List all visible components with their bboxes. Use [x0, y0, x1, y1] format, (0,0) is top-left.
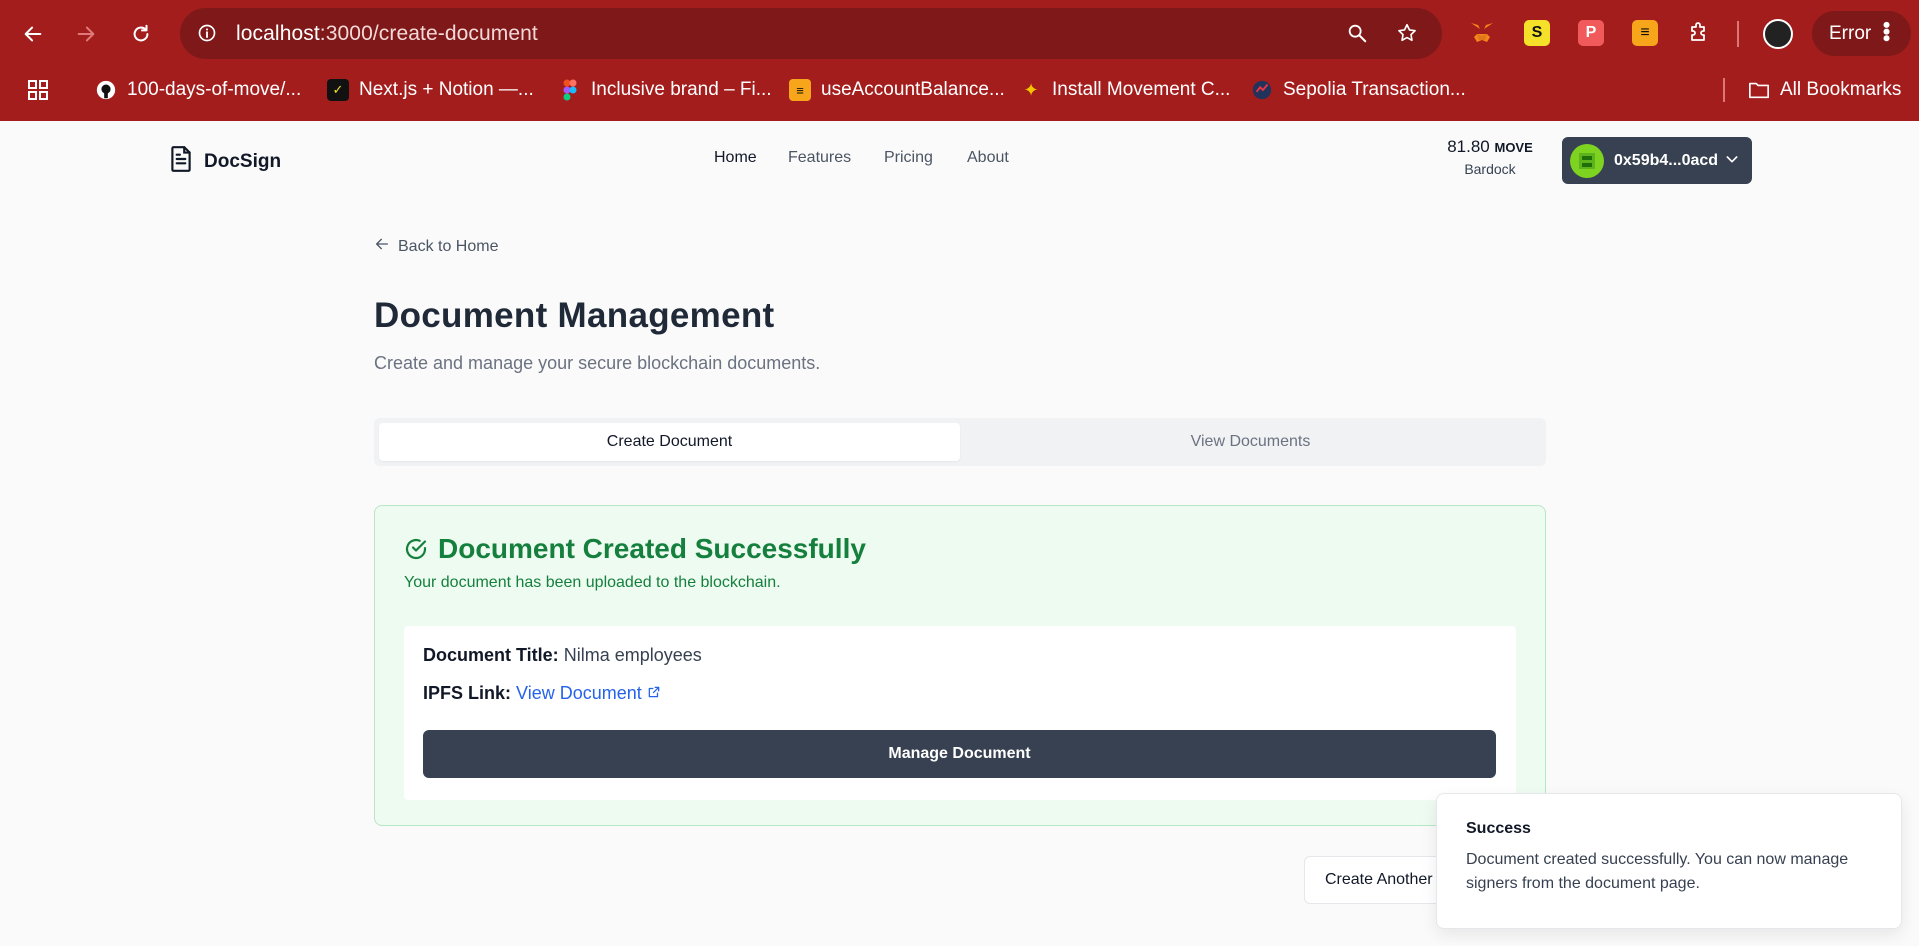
url-path: :3000/create-document	[319, 22, 538, 45]
all-bookmarks[interactable]: All Bookmarks	[1748, 76, 1901, 104]
success-subtitle: Your document has been uploaded to the b…	[404, 574, 781, 591]
external-link-icon	[647, 683, 661, 703]
browser-toolbar: localhost:3000/create-document S P ≡ Err…	[0, 0, 1919, 66]
tabs: Create Document View Documents	[374, 418, 1546, 466]
back-to-home-link[interactable]: Back to Home	[374, 236, 498, 257]
bookmarks-bar: 100-days-of-move/... ✓ Next.js + Notion …	[0, 70, 1919, 110]
tab-view-documents[interactable]: View Documents	[960, 423, 1541, 461]
wallet-avatar-icon	[1570, 143, 1604, 178]
github-icon	[95, 79, 117, 101]
p-extension-icon[interactable]: P	[1578, 20, 1604, 46]
more-menu-icon[interactable]: •••	[1874, 21, 1899, 41]
success-toast: Success Document created successfully. Y…	[1436, 793, 1902, 929]
etherscan-icon	[1251, 79, 1273, 101]
logo[interactable]: DocSign	[168, 145, 281, 178]
balance-amount: 81.80 MOVE	[1440, 137, 1540, 157]
bookmark-label: Sepolia Transaction...	[1283, 79, 1466, 100]
metamask-extension-icon[interactable]	[1469, 20, 1495, 46]
ipfs-link-row: IPFS Link: View Document	[423, 683, 661, 704]
bookmark-star-icon[interactable]	[1394, 20, 1420, 46]
nav-home[interactable]: Home	[714, 149, 757, 167]
document-title-label: Document Title:	[423, 645, 559, 665]
page-title: Document Management	[374, 296, 775, 335]
bookmark-item[interactable]: ✓ Next.js + Notion —...	[327, 76, 534, 104]
site-header: DocSign Home Features Pricing About 81.8…	[0, 121, 1919, 197]
back-arrow-icon[interactable]	[16, 17, 50, 51]
toast-title: Success	[1466, 820, 1531, 837]
logo-text: DocSign	[204, 150, 282, 172]
manage-document-button[interactable]: Manage Document	[423, 730, 1496, 778]
bookmark-item[interactable]: ✦ Install Movement C...	[1020, 76, 1230, 104]
profile-avatar[interactable]	[1763, 19, 1793, 49]
extensions-puzzle-icon[interactable]	[1686, 20, 1712, 46]
site-info-icon[interactable]	[194, 20, 220, 46]
bookmark-label: useAccountBalance...	[821, 79, 1005, 100]
bookmark-label: Next.js + Notion —...	[359, 79, 534, 100]
wallet-extension-icon[interactable]: ≡	[1632, 20, 1658, 46]
network-name: Bardock	[1464, 161, 1516, 177]
page-subtitle: Create and manage your secure blockchain…	[374, 353, 821, 373]
check-circle-icon	[404, 537, 428, 561]
bookmark-label: Inclusive brand – Fi...	[591, 79, 772, 100]
bookmark-item[interactable]: Sepolia Transaction...	[1251, 76, 1466, 104]
back-label: Back to Home	[398, 237, 499, 255]
success-card: Document Created Successfully Your docum…	[374, 505, 1546, 826]
bookmark-label: 100-days-of-move/...	[127, 79, 302, 100]
chevron-down-icon	[1724, 151, 1740, 172]
browser-chrome: localhost:3000/create-document S P ≡ Err…	[0, 0, 1919, 121]
document-title-value: Nilma employees	[563, 645, 702, 665]
bookmark-item[interactable]: 100-days-of-move/...	[95, 76, 301, 104]
error-label: Error	[1829, 22, 1872, 44]
toolbar-divider	[1737, 21, 1739, 47]
balance-value: 81.80	[1447, 137, 1490, 156]
document-details: Document Title: Nilma employees IPFS Lin…	[404, 626, 1516, 800]
nav-pricing[interactable]: Pricing	[884, 149, 933, 167]
bookmarks-divider	[1723, 78, 1725, 102]
movement-icon: ✦	[1023, 79, 1039, 100]
nav-features[interactable]: Features	[788, 149, 851, 167]
wallet-address: 0x59b4...0acd	[1614, 151, 1719, 169]
nextjs-notion-icon: ✓	[327, 79, 349, 101]
nav-about[interactable]: About	[967, 149, 1009, 167]
wallet-balance: 81.80 MOVE Bardock	[1440, 137, 1540, 177]
arrow-left-icon	[374, 236, 390, 257]
reload-icon[interactable]	[124, 17, 158, 51]
url-host: localhost	[236, 22, 320, 45]
browser-error-button[interactable]: Error •••	[1812, 11, 1911, 56]
bookmark-label: Install Movement C...	[1052, 79, 1231, 100]
bookmark-item[interactable]: Inclusive brand – Fi...	[559, 76, 772, 104]
view-document-link[interactable]: View Document	[516, 683, 661, 703]
view-document-text: View Document	[516, 683, 642, 703]
apps-grid-icon[interactable]	[26, 76, 50, 104]
success-title-text: Document Created Successfully	[438, 533, 866, 564]
document-title-row: Document Title: Nilma employees	[423, 645, 702, 666]
bookmark-item[interactable]: ≡ useAccountBalance...	[789, 76, 1005, 104]
account-balance-icon: ≡	[789, 79, 811, 101]
zoom-icon[interactable]	[1344, 20, 1370, 46]
success-title: Document Created Successfully	[404, 533, 866, 565]
balance-unit: MOVE	[1494, 140, 1533, 155]
create-another-button[interactable]: Create Another	[1304, 856, 1454, 904]
address-bar[interactable]: localhost:3000/create-document	[180, 8, 1442, 59]
url-text[interactable]: localhost:3000/create-document	[236, 22, 538, 46]
forward-arrow-icon[interactable]	[69, 17, 103, 51]
toast-message: Document created successfully. You can n…	[1466, 851, 1849, 892]
ipfs-label: IPFS Link:	[423, 683, 512, 703]
tab-create-document[interactable]: Create Document	[379, 423, 960, 461]
document-icon	[168, 145, 194, 178]
wallet-button[interactable]: 0x59b4...0acd	[1562, 137, 1752, 184]
folder-icon	[1748, 79, 1770, 101]
all-bookmarks-label: All Bookmarks	[1780, 79, 1902, 100]
s-extension-icon[interactable]: S	[1524, 20, 1550, 46]
figma-icon	[559, 79, 581, 101]
